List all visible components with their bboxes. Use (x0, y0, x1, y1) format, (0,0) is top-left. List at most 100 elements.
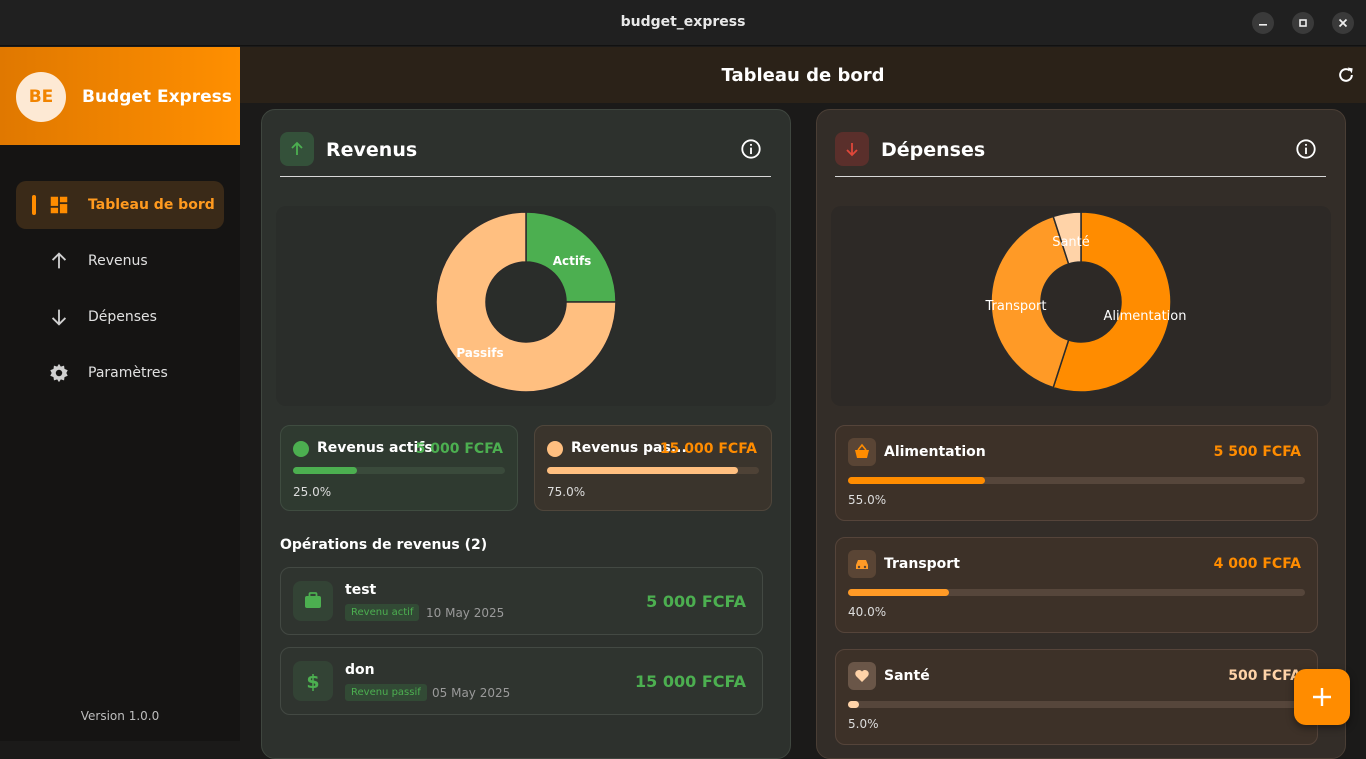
car-icon (856, 560, 868, 569)
arrow-down-icon (846, 143, 858, 157)
revenus-actifs-card[interactable]: Revenus actifs 5 000 FCFA 25.0% (280, 425, 518, 511)
expense-card-alimentation[interactable]: Alimentation 5 500 FCFA 55.0% (835, 425, 1318, 521)
operation-name: test (345, 582, 377, 598)
brand-logo: BE (16, 72, 66, 122)
operation-date: 05 May 2025 (432, 686, 511, 700)
operation-name: don (345, 662, 375, 678)
maximize-button[interactable] (1292, 12, 1314, 34)
expense-value: 500 FCFA (1228, 668, 1301, 684)
window-title: budget_express (620, 14, 746, 30)
sidebar-item-dashboard[interactable]: Tableau de bord (16, 181, 224, 229)
expense-name: Transport (884, 556, 960, 572)
operations-title: Opérations de revenus (2) (280, 537, 488, 553)
depenses-donut: Alimentation Transport Santé (984, 211, 1187, 393)
page-header: Tableau de bord (240, 47, 1366, 103)
operation-amount: 5 000 FCFA (646, 592, 746, 611)
brand-header: BE Budget Express (0, 47, 240, 145)
progress-fill (848, 589, 949, 596)
info-icon[interactable] (740, 138, 762, 160)
expense-value: 4 000 FCFA (1213, 556, 1301, 572)
progress-fill (293, 467, 357, 474)
app-version: Version 1.0.0 (80, 709, 160, 723)
sidebar: BE Budget Express Tableau de bord Revenu… (0, 47, 240, 741)
arrow-up-icon (51, 252, 67, 269)
window-titlebar: budget_express (0, 0, 1366, 46)
sidebar-item-label: Revenus (88, 253, 148, 269)
pie-label-alimentation: Alimentation (1104, 309, 1187, 324)
card-percent: 25.0% (293, 485, 332, 499)
card-value: 15 000 FCFA (659, 441, 757, 457)
revenus-title: Revenus (326, 139, 418, 161)
depenses-header-icon (835, 132, 869, 166)
depenses-title: Dépenses (881, 139, 986, 161)
sidebar-item-label: Dépenses (88, 309, 157, 325)
svg-text:$: $ (306, 671, 319, 693)
maximize-icon (1299, 19, 1307, 27)
page-title: Tableau de bord (721, 65, 885, 86)
expense-name: Santé (884, 668, 930, 684)
pie-label-sante: Santé (1052, 235, 1090, 250)
briefcase-icon (305, 592, 321, 608)
progress-track (848, 477, 1305, 484)
sidebar-item-label: Tableau de bord (88, 197, 215, 213)
progress-fill (547, 467, 738, 474)
operation-tag: Revenu passif (345, 684, 427, 701)
legend-dot (293, 441, 309, 457)
minimize-icon (1259, 24, 1267, 26)
operation-date: 10 May 2025 (426, 606, 505, 620)
revenus-chart: Actifs Passifs (276, 206, 776, 406)
expense-icon-box (848, 662, 876, 690)
minimize-button[interactable] (1252, 12, 1274, 34)
expense-value: 5 500 FCFA (1213, 444, 1301, 460)
legend-dot (547, 441, 563, 457)
heart-icon (855, 670, 869, 682)
progress-fill (848, 701, 860, 708)
expense-card-sante[interactable]: Santé 500 FCFA 5.0% (835, 649, 1318, 745)
depenses-chart: Alimentation Transport Santé (831, 206, 1331, 406)
expense-percent: 5.0% (848, 717, 879, 731)
dollar-icon: $ (306, 671, 319, 693)
arrow-down-icon (51, 309, 67, 326)
expense-icon-box (848, 550, 876, 578)
operation-amount: 15 000 FCFA (635, 672, 746, 691)
expense-icon-box (848, 438, 876, 466)
operation-row[interactable]: test Revenu actif 10 May 2025 5 000 FCFA (280, 567, 763, 635)
expense-card-transport[interactable]: Transport 4 000 FCFA 40.0% (835, 537, 1318, 633)
plus-icon (1313, 688, 1331, 706)
divider (280, 176, 771, 177)
revenus-header-icon (280, 132, 314, 166)
refresh-icon[interactable] (1336, 65, 1356, 85)
operation-icon-box: $ (293, 661, 333, 701)
brand-name: Budget Express (82, 87, 232, 107)
progress-fill (848, 477, 986, 484)
sidebar-item-parametres[interactable]: Paramètres (16, 349, 224, 397)
arrow-up-icon (291, 141, 303, 155)
operation-tag: Revenu actif (345, 604, 420, 621)
progress-track (547, 467, 759, 474)
depenses-panel: Dépenses Alimentation Transport Santé Al… (816, 109, 1346, 759)
sidebar-item-depenses[interactable]: Dépenses (16, 293, 224, 341)
basket-icon (855, 443, 869, 458)
gear-icon (50, 363, 68, 383)
add-transaction-button[interactable] (1294, 669, 1350, 725)
expense-percent: 55.0% (848, 493, 887, 507)
pie-label-transport: Transport (984, 299, 1046, 314)
dashboard-icon (50, 196, 68, 214)
divider (835, 176, 1326, 177)
info-icon[interactable] (1295, 138, 1317, 160)
expense-name: Alimentation (884, 444, 986, 460)
progress-track (848, 701, 1305, 708)
pie-label-passifs: Passifs (456, 346, 503, 360)
revenus-donut: Actifs Passifs (435, 211, 617, 393)
progress-track (293, 467, 505, 474)
revenus-passifs-card[interactable]: Revenus pas... 15 000 FCFA 75.0% (534, 425, 772, 511)
active-indicator (32, 195, 36, 215)
card-value: 5 000 FCFA (415, 441, 503, 457)
sidebar-item-revenus[interactable]: Revenus (16, 237, 224, 285)
operation-row[interactable]: $ don Revenu passif 05 May 2025 15 000 F… (280, 647, 763, 715)
expense-percent: 40.0% (848, 605, 887, 619)
card-percent: 75.0% (547, 485, 586, 499)
close-button[interactable] (1332, 12, 1354, 34)
pie-label-actifs: Actifs (553, 254, 592, 268)
revenus-panel: Revenus Actifs Passifs Revenus actifs 5 … (261, 109, 791, 759)
